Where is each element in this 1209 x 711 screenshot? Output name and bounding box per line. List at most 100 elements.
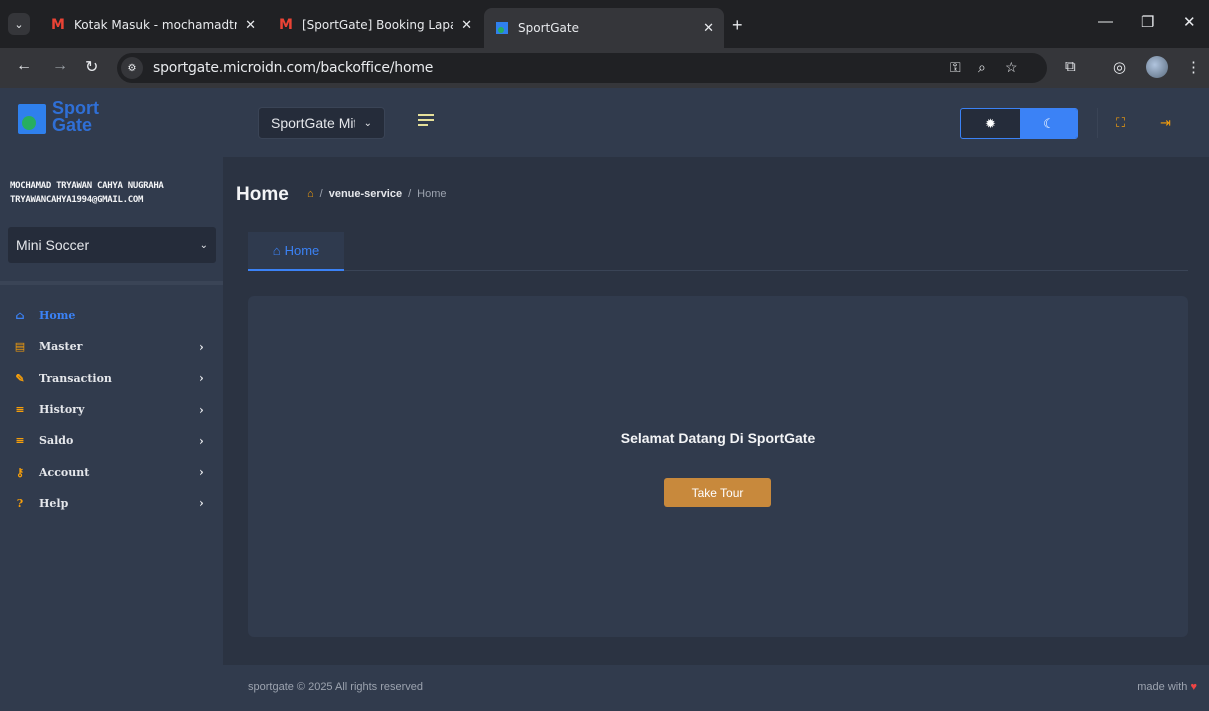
- chevron-right-icon: ›: [199, 433, 204, 448]
- browser-tab-bar: ⌄ M Kotak Masuk - mochamadtryaw ✕ M [Spo…: [0, 0, 1209, 48]
- sidebar-item-label: Transaction: [39, 371, 112, 385]
- password-key-icon[interactable]: ⚿: [950, 59, 961, 76]
- page-title: Home: [236, 184, 289, 205]
- chevron-right-icon: ›: [199, 496, 204, 511]
- sidebar-item-label: Account: [39, 465, 90, 479]
- breadcrumb-current: Home: [417, 188, 447, 200]
- heart-icon: ♥: [1190, 681, 1197, 693]
- menu-toggle-icon[interactable]: [418, 114, 434, 128]
- browser-tab-sportgate[interactable]: SportGate ✕: [484, 8, 724, 48]
- venue-select-value: SportGate Mitra: [271, 115, 355, 131]
- chevron-right-icon: ›: [199, 402, 204, 417]
- app-root: Sport Gate SportGate Mitra ⌄ ✹ ☾ ⛶ ⇥ MOC…: [0, 88, 1209, 711]
- url-text[interactable]: sportgate.microidn.com/backoffice/home: [153, 60, 433, 76]
- fullscreen-icon[interactable]: ⛶: [1116, 115, 1125, 131]
- sidebar-item-label: History: [39, 403, 85, 417]
- sport-select-value: Mini Soccer: [16, 237, 90, 253]
- light-mode-icon[interactable]: ✹: [961, 109, 1020, 138]
- theme-toggle[interactable]: ✹ ☾: [960, 108, 1078, 139]
- user-name: MOCHAMAD TRYAWAN CAHYA NUGRAHA: [10, 181, 164, 191]
- venue-select[interactable]: SportGate Mitra ⌄: [258, 107, 385, 139]
- sidebar-item-help[interactable]: ? Help ›: [0, 488, 223, 519]
- help-icon: ?: [16, 496, 24, 510]
- bookmark-star-icon[interactable]: ☆: [1005, 59, 1018, 76]
- chevron-right-icon: ›: [199, 465, 204, 480]
- close-icon[interactable]: ✕: [245, 18, 256, 33]
- app-header: Sport Gate SportGate Mitra ⌄ ✹ ☾ ⛶ ⇥: [0, 88, 1209, 157]
- sidebar-item-label: Saldo: [39, 434, 74, 448]
- sidebar-item-label: Home: [39, 309, 76, 323]
- breadcrumb-home-icon[interactable]: ⌂: [307, 188, 314, 200]
- footer: sportgate © 2025 All rights reserved mad…: [223, 665, 1209, 711]
- page-tabs: ⌂ Home: [248, 232, 1188, 271]
- tab-label: Home: [284, 243, 320, 258]
- sportgate-logo[interactable]: Sport Gate: [18, 98, 128, 142]
- logo-mark: [18, 104, 46, 134]
- close-window-icon[interactable]: ✕: [1183, 13, 1196, 31]
- copyright-text: sportgate © 2025 All rights reserved: [248, 681, 424, 693]
- browser-tab-gmail-inbox[interactable]: M Kotak Masuk - mochamadtryaw ✕: [40, 8, 266, 42]
- welcome-message: Selamat Datang Di SportGate: [620, 430, 816, 446]
- tab-title: Kotak Masuk - mochamadtryaw: [74, 18, 238, 32]
- tab-home[interactable]: ⌂ Home: [248, 232, 344, 271]
- sidebar: MOCHAMAD TRYAWAN CAHYA NUGRAHA TRYAWANCA…: [0, 157, 223, 711]
- menu-kebab-icon[interactable]: ⋮: [1186, 58, 1201, 76]
- chevron-down-icon: ⌄: [199, 240, 208, 251]
- welcome-card: Selamat Datang Di SportGate Take Tour: [248, 296, 1188, 637]
- zoom-icon[interactable]: ⌕: [978, 59, 986, 76]
- sport-select[interactable]: Mini Soccer ⌄: [8, 227, 216, 263]
- sportgate-favicon: [494, 21, 510, 35]
- tab-title: [SportGate] Booking Lapangan: [302, 18, 453, 32]
- logo-text: Sport Gate: [52, 98, 99, 135]
- breadcrumb: ⌂ / venue-service / Home: [307, 188, 447, 200]
- minimize-icon[interactable]: —: [1098, 13, 1113, 30]
- site-info-icon[interactable]: ⚙: [121, 57, 143, 79]
- profile-avatar[interactable]: [1146, 56, 1168, 78]
- edit-icon: ✎: [15, 371, 25, 385]
- close-icon[interactable]: ✕: [461, 18, 472, 33]
- made-with-text: made with: [1137, 681, 1188, 693]
- tab-search-button[interactable]: ⌄: [8, 13, 30, 35]
- back-icon[interactable]: ←: [16, 57, 32, 75]
- sidebar-divider: [0, 281, 223, 285]
- chevron-right-icon: ›: [199, 339, 204, 354]
- made-with: made with ♥: [1137, 681, 1197, 693]
- restore-icon[interactable]: ❐: [1141, 13, 1154, 31]
- breadcrumb-separator: /: [319, 188, 323, 200]
- sidebar-item-label: Help: [39, 496, 69, 510]
- address-bar[interactable]: ⚙ sportgate.microidn.com/backoffice/home…: [117, 53, 1047, 83]
- sidebar-item-saldo[interactable]: ≡ Saldo ›: [0, 425, 223, 456]
- header-divider: [1097, 108, 1098, 138]
- take-tour-button[interactable]: Take Tour: [664, 478, 771, 507]
- tab-title: SportGate: [518, 21, 579, 35]
- gmail-icon: M: [279, 17, 293, 33]
- database-icon: ▤: [14, 340, 26, 354]
- reload-icon[interactable]: ↻: [85, 57, 98, 77]
- home-icon: ⌂: [272, 243, 281, 258]
- sidebar-item-account[interactable]: ⚷ Account ›: [0, 456, 223, 487]
- sidebar-nav: ⌂ Home ▤ Master › ✎ Transaction › ≡ Hist…: [0, 300, 223, 519]
- browser-toolbar: ← → ↻ ⚙ sportgate.microidn.com/backoffic…: [0, 48, 1209, 88]
- chevron-down-icon: ⌄: [363, 118, 372, 129]
- sidebar-item-master[interactable]: ▤ Master ›: [0, 331, 223, 362]
- chevron-right-icon: ›: [199, 371, 204, 386]
- sidebar-item-history[interactable]: ≡ History ›: [0, 394, 223, 425]
- key-icon: ⚷: [15, 465, 25, 479]
- gmail-icon: M: [51, 17, 65, 33]
- sidebar-item-home[interactable]: ⌂ Home: [0, 300, 223, 331]
- main-content: Home ⌂ / venue-service / Home ⌂ Home Sel…: [223, 157, 1209, 665]
- logout-icon[interactable]: ⇥: [1160, 115, 1171, 131]
- list-icon: ≡: [15, 434, 25, 448]
- user-email: TRYAWANCAHYA1994@GMAIL.COM: [10, 195, 144, 205]
- breadcrumb-link[interactable]: venue-service: [329, 188, 402, 200]
- breadcrumb-separator: /: [408, 188, 412, 200]
- dark-mode-icon[interactable]: ☾: [1020, 109, 1077, 138]
- forward-icon[interactable]: →: [52, 57, 68, 75]
- extensions-icon[interactable]: ⧉: [1065, 58, 1076, 75]
- browser-tab-gmail-booking[interactable]: M [SportGate] Booking Lapangan ✕: [268, 8, 482, 42]
- close-icon[interactable]: ✕: [703, 21, 714, 36]
- sidebar-item-transaction[interactable]: ✎ Transaction ›: [0, 363, 223, 394]
- performance-icon[interactable]: ◎: [1113, 58, 1126, 76]
- home-icon: ⌂: [15, 309, 25, 323]
- new-tab-icon[interactable]: +: [732, 15, 743, 36]
